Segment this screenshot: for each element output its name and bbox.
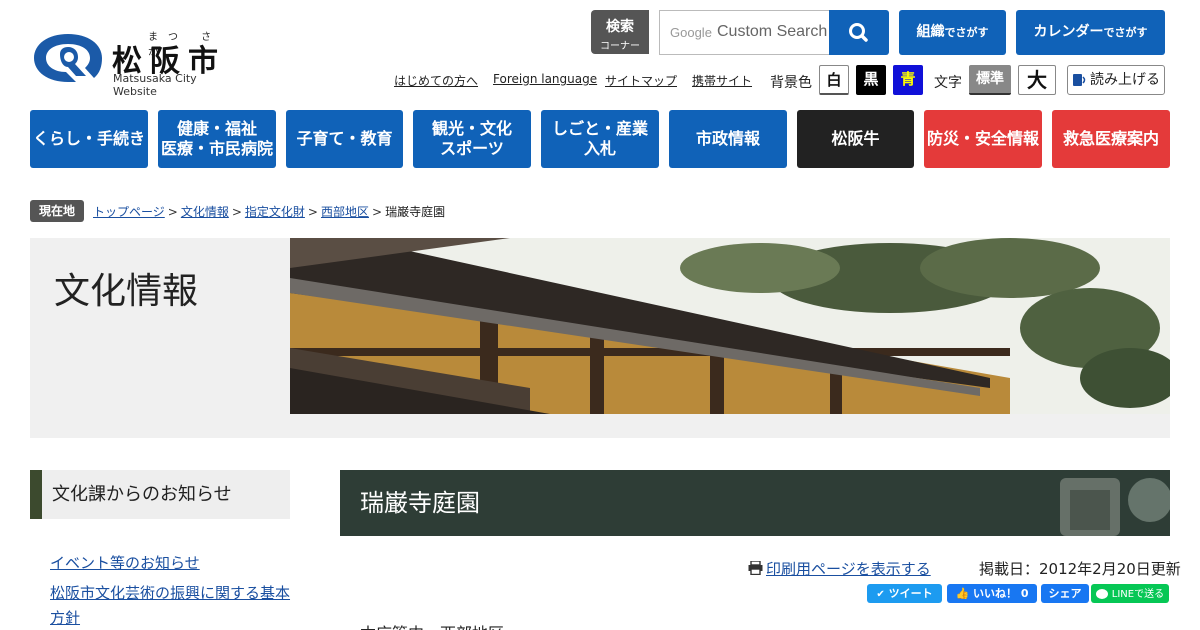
read-aloud-label: 読み上げる xyxy=(1090,72,1160,88)
twitter-icon: ✔ xyxy=(876,589,885,600)
sidebar-heading: 文化課からのお知らせ xyxy=(30,470,290,519)
logo-subtitle: Matsusaka City Website xyxy=(113,72,197,98)
search-label-main: 検索 xyxy=(606,19,634,35)
bg-black-button[interactable]: 黒 xyxy=(856,65,886,95)
line-icon xyxy=(1095,589,1108,599)
search-placeholder: Custom Search xyxy=(717,23,828,40)
breadcrumb-current: 瑞巌寺庭園 xyxy=(385,205,446,219)
like-label: いいね！ 0 xyxy=(973,587,1029,600)
link-foreign-language[interactable]: Foreign language xyxy=(493,72,597,86)
org-search-button[interactable]: 組織でさがす xyxy=(899,10,1006,55)
page-title-bar: 瑞巌寺庭園 xyxy=(340,470,1170,536)
font-large-button[interactable]: 大 xyxy=(1018,65,1056,95)
link-first-visit[interactable]: はじめての方へ xyxy=(394,72,478,89)
calendar-search-small: でさがす xyxy=(1103,26,1148,39)
gnav-city-info[interactable]: 市政情報 xyxy=(669,110,787,168)
temple-roof-illustration xyxy=(290,238,1170,414)
sidebar-link-events[interactable]: イベント等のお知らせ xyxy=(50,551,295,576)
calendar-search-button[interactable]: カレンダーでさがす xyxy=(1016,10,1165,55)
tweet-button[interactable]: ✔ ツイート xyxy=(867,584,942,603)
search-label-sub: コーナー xyxy=(600,41,640,52)
body-first-line: 本庁管内 西部地区 xyxy=(360,620,504,630)
org-search-main: 組織 xyxy=(916,24,945,40)
font-standard-button[interactable]: 標準 xyxy=(969,65,1011,95)
link-mobile-site[interactable]: 携帯サイト xyxy=(692,72,752,89)
search-input[interactable]: Google Custom Search xyxy=(659,10,829,55)
gnav-emergency[interactable]: 救急医療案内 xyxy=(1052,110,1170,168)
gnav-childcare[interactable]: 子育て・教育 xyxy=(286,110,403,168)
line-button[interactable]: LINEで送る xyxy=(1091,584,1169,603)
tweet-label: ツイート xyxy=(888,587,933,600)
section-title: 文化情報 xyxy=(54,271,199,312)
breadcrumb-west[interactable]: 西部地区 xyxy=(321,205,369,219)
breadcrumb-top[interactable]: トップページ xyxy=(93,205,165,219)
org-search-small: でさがす xyxy=(944,26,989,39)
bg-blue-button[interactable]: 青 xyxy=(893,65,923,95)
hero-image xyxy=(290,238,1170,414)
link-sitemap[interactable]: サイトマップ xyxy=(605,72,677,89)
gnav-matsusaka-beef[interactable]: 松阪牛 xyxy=(797,110,914,168)
sidebar-link-policy[interactable]: 松阪市文化芸術の振興に関する基本方針 xyxy=(50,581,295,630)
lantern-decoration-icon xyxy=(1060,478,1170,536)
breadcrumb-sep: > xyxy=(307,205,318,219)
search-button[interactable] xyxy=(829,10,889,55)
printer-icon xyxy=(748,561,763,575)
share-button[interactable]: シェア xyxy=(1041,584,1089,603)
breadcrumb-sep: > xyxy=(231,205,242,219)
site-logo[interactable]: まつ さか 松阪市 Matsusaka City Website xyxy=(30,28,240,98)
gnav-living[interactable]: くらし・手続き xyxy=(30,110,148,168)
gnav-health[interactable]: 健康・福祉 医療・市民病院 xyxy=(158,110,276,168)
gnav-disaster[interactable]: 防災・安全情報 xyxy=(924,110,1042,168)
gnav-work[interactable]: しごと・産業 入札 xyxy=(541,110,659,168)
speaker-icon xyxy=(1073,74,1086,86)
page-title: 瑞巌寺庭園 xyxy=(360,489,480,517)
breadcrumb-designated[interactable]: 指定文化財 xyxy=(245,205,305,219)
breadcrumb-label: 現在地 xyxy=(30,200,84,222)
breadcrumb-sep: > xyxy=(167,205,178,219)
search-corner-label: 検索 コーナー xyxy=(591,10,649,54)
like-button[interactable]: 👍 いいね！ 0 xyxy=(947,584,1037,603)
print-page-label: 印刷用ページを表示する xyxy=(766,560,931,578)
calendar-search-main: カレンダー xyxy=(1033,24,1104,40)
thumbs-up-icon: 👍 xyxy=(955,587,970,600)
bg-white-button[interactable]: 白 xyxy=(819,65,849,95)
google-wordmark: Google xyxy=(670,25,712,40)
breadcrumb-sep: > xyxy=(372,205,383,219)
read-aloud-button[interactable]: 読み上げる xyxy=(1067,65,1165,95)
search-icon xyxy=(849,23,868,42)
updated-date: 掲載日：2012年2月20日更新 xyxy=(979,560,1181,578)
bg-color-label: 背景色 xyxy=(770,75,812,91)
city-emblem-icon xyxy=(34,34,102,82)
gnav-tourism[interactable]: 観光・文化 スポーツ xyxy=(413,110,531,168)
breadcrumb: トップページ > 文化情報 > 指定文化財 > 西部地区 > 瑞巌寺庭園 xyxy=(93,203,445,220)
line-label: LINEで送る xyxy=(1111,589,1165,600)
print-page-link[interactable]: 印刷用ページを表示する xyxy=(748,558,931,579)
breadcrumb-culture[interactable]: 文化情報 xyxy=(181,205,229,219)
font-size-label: 文字 xyxy=(934,75,962,91)
